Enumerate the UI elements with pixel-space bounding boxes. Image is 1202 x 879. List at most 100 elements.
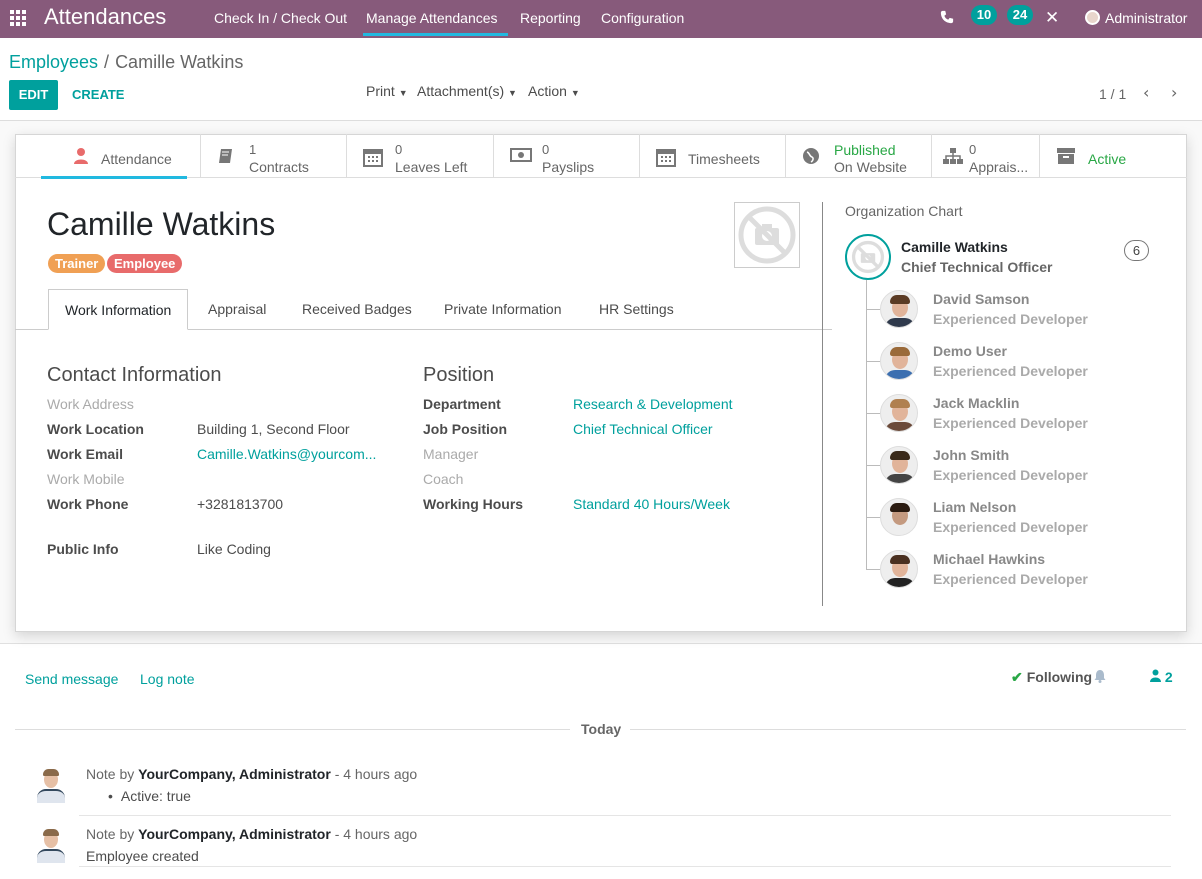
message-body: • Active: true (108, 788, 191, 804)
message-header: Note by YourCompany, Administrator - 4 h… (86, 766, 417, 782)
message-author[interactable]: YourCompany, Administrator (138, 766, 331, 782)
department-link[interactable]: Research & Development (573, 396, 733, 412)
avatar-hair (43, 769, 59, 776)
navbar: Attendances Check In / Check Out Manage … (0, 0, 1202, 38)
chevron-right-icon[interactable]: › (1171, 83, 1177, 102)
breadcrumb-employees[interactable]: Employees (9, 52, 98, 72)
avatar[interactable] (880, 498, 918, 536)
org-employee-name[interactable]: Jack Macklin (933, 395, 1019, 411)
coach-label: Coach (423, 471, 464, 487)
action-dropdown[interactable]: Action ▼ (528, 83, 580, 99)
org-employee-job: Experienced Developer (933, 363, 1088, 379)
tab-work-information[interactable]: Work Information (48, 289, 189, 330)
caret-down-icon: ▼ (398, 88, 408, 98)
tab-appraisal[interactable]: Appraisal (192, 289, 282, 330)
log-note-button[interactable]: Log note (140, 671, 195, 687)
attachments-dropdown[interactable]: Attachment(s) ▼ (417, 83, 517, 99)
menu-check-in-out[interactable]: Check In / Check Out (214, 10, 347, 26)
department-label: Department (423, 396, 501, 412)
close-icon[interactable]: ✕ (1045, 8, 1059, 28)
avatar[interactable] (880, 446, 918, 484)
avatar[interactable] (880, 550, 918, 588)
org-employee-job: Experienced Developer (933, 415, 1088, 431)
create-button[interactable]: CREATE (72, 87, 124, 102)
appraisal-count: 0 (969, 142, 977, 157)
calendar-icon (656, 147, 676, 172)
working-hours-link[interactable]: Standard 40 Hours/Week (573, 496, 730, 512)
pager-value[interactable]: 1 / 1 (1099, 86, 1126, 102)
employee-name[interactable]: Camille Watkins (47, 206, 275, 243)
org-employee-name[interactable]: David Samson (933, 291, 1029, 307)
org-subordinates-count[interactable]: 6 (1124, 240, 1149, 261)
timesheets-stat-button[interactable]: Timesheets (640, 134, 786, 178)
phone-icon[interactable] (940, 10, 954, 28)
caret-down-icon: ▼ (508, 88, 517, 98)
contracts-stat-button[interactable]: 1 Contracts (201, 134, 347, 178)
avatar[interactable] (880, 342, 918, 380)
breadcrumb-separator: / (104, 52, 110, 72)
menu-active-indicator (363, 33, 508, 36)
author-avatar[interactable] (33, 827, 69, 863)
print-dropdown[interactable]: Print ▼ (366, 83, 408, 99)
leaves-stat-button[interactable]: 0 Leaves Left (347, 134, 494, 178)
activities-badge[interactable]: 24 (1007, 5, 1033, 25)
tab-private-information[interactable]: Private Information (428, 289, 578, 330)
org-self-avatar (845, 234, 891, 280)
edit-button[interactable]: EDIT (9, 80, 58, 110)
public-info-label: Public Info (47, 541, 119, 557)
tab-received-badges[interactable]: Received Badges (286, 289, 428, 330)
position-section-title: Position (423, 364, 495, 386)
menu-configuration[interactable]: Configuration (601, 10, 684, 26)
attendance-stat-button[interactable]: Attendance (41, 134, 201, 178)
org-employee-name[interactable]: John Smith (933, 447, 1009, 463)
action-label: Action (528, 83, 567, 99)
avatar-hair (890, 295, 910, 304)
org-employee-name[interactable]: Michael Hawkins (933, 551, 1045, 567)
payslips-stat-button[interactable]: 0 Payslips (494, 134, 640, 178)
employee-photo[interactable] (734, 202, 800, 268)
menu-manage-attendances[interactable]: Manage Attendances (366, 10, 498, 26)
avatar-body (37, 789, 65, 803)
tab-hr-settings[interactable]: HR Settings (583, 289, 690, 330)
send-message-button[interactable]: Send message (25, 671, 118, 687)
user-avatar[interactable] (1085, 10, 1100, 25)
no-image-icon (738, 206, 796, 264)
org-employee-name[interactable]: Demo User (933, 343, 1007, 359)
author-avatar[interactable] (33, 767, 69, 803)
avatar[interactable] (880, 394, 918, 432)
message-author[interactable]: YourCompany, Administrator (138, 826, 331, 842)
bell-icon[interactable] (1094, 669, 1106, 687)
avatar-body (885, 370, 915, 379)
leaves-label: Leaves Left (395, 159, 468, 175)
message-text: Active: true (120, 788, 191, 804)
archive-icon (1056, 147, 1076, 170)
message-separator (79, 866, 1171, 867)
message-prefix: Note by (86, 766, 135, 782)
org-tree-line (866, 280, 867, 570)
messages-badge[interactable]: 10 (971, 5, 997, 25)
menu-reporting[interactable]: Reporting (520, 10, 581, 26)
work-email-link[interactable]: Camille.Watkins@yourcom... (197, 446, 376, 462)
app-title[interactable]: Attendances (44, 4, 166, 30)
job-position-label: Job Position (423, 421, 507, 437)
message-body: Employee created (86, 848, 199, 864)
chevron-left-icon[interactable]: ‹ (1143, 83, 1149, 102)
appraisal-stat-button[interactable]: 0 Apprais... (932, 134, 1040, 178)
following-button[interactable]: ✔ Following (1011, 669, 1092, 686)
work-email-label: Work Email (47, 446, 123, 462)
user-icon (73, 147, 89, 170)
work-location-label: Work Location (47, 421, 144, 437)
org-employee-name[interactable]: Liam Nelson (933, 499, 1016, 515)
job-position-link[interactable]: Chief Technical Officer (573, 421, 713, 437)
user-menu[interactable]: Administrator (1105, 10, 1187, 26)
followers-button[interactable]: 2 (1150, 669, 1173, 685)
avatar[interactable] (880, 290, 918, 328)
website-stat-button[interactable]: Published On Website (786, 134, 932, 178)
apps-menu-icon[interactable] (9, 9, 27, 27)
date-divider-left (15, 729, 570, 730)
payslips-label: Payslips (542, 159, 595, 175)
active-toggle-button[interactable]: Active (1040, 134, 1187, 178)
tag-trainer: Trainer (48, 254, 106, 273)
org-branch (866, 413, 880, 414)
website-status: Published (834, 142, 896, 158)
